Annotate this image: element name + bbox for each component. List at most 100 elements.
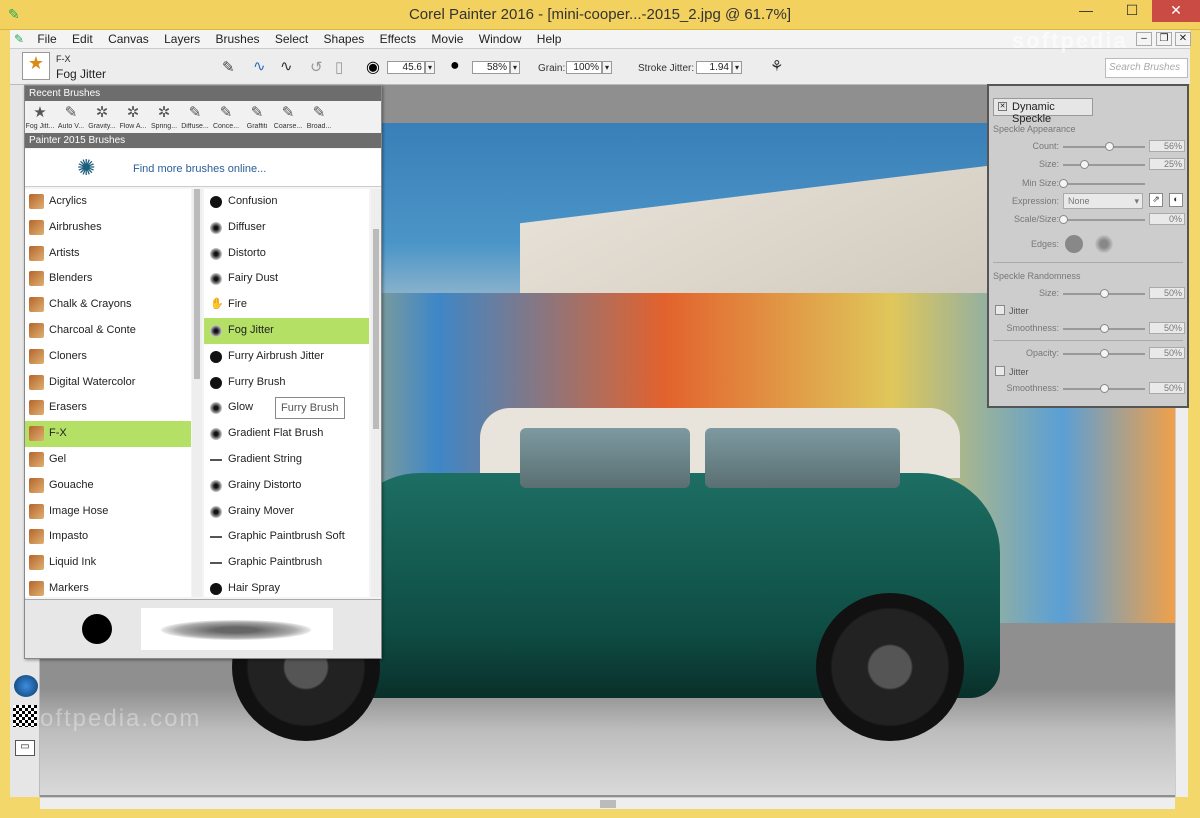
recent-brush-item[interactable]: ✲ Gravity... [87,103,117,130]
slider-knob[interactable] [1059,179,1068,188]
size-field[interactable]: 45.6 [387,61,425,74]
variant-furry-airbrush-jitter[interactable]: Furry Airbrush Jitter [204,344,369,370]
expression-dropdown[interactable]: None ▾ [1063,193,1143,209]
slider-knob[interactable] [1100,349,1109,358]
hard-edge-icon[interactable] [1065,235,1083,253]
category-erasers[interactable]: Erasers [25,395,191,421]
find-more-brushes[interactable]: ✺ Find more brushes online... [25,149,381,187]
slider-knob[interactable] [1104,142,1114,151]
variant-grainy-distorto[interactable]: Grainy Distorto [204,473,369,499]
slider-knob[interactable] [1079,160,1089,169]
brush-tool-icon[interactable]: ✎ [222,58,235,76]
recent-brush-item[interactable]: ✎ Conce... [211,103,241,130]
slider-knob[interactable] [1059,215,1068,224]
app-menu-icon[interactable]: ✎ [10,32,28,46]
recent-brush-item[interactable]: ★ Fog Jitt... [25,103,55,130]
variant-hair-spray[interactable]: Hair Spray [204,576,369,597]
category-image-hose[interactable]: Image Hose [25,499,191,525]
slider-knob[interactable] [1100,324,1109,333]
stroke-jitter-dropdown[interactable]: ▾ [732,61,742,74]
category-fx[interactable]: F-X [25,421,191,447]
menu-window[interactable]: Window [473,30,528,48]
menu-canvas[interactable]: Canvas [102,30,155,48]
variant-distorto[interactable]: Distorto [204,241,369,267]
category-gel[interactable]: Gel [25,447,191,473]
opacity-field[interactable]: 58% [472,61,510,74]
menu-brushes[interactable]: Brushes [209,30,265,48]
minimize-button[interactable]: — [1071,0,1101,22]
category-gouache[interactable]: Gouache [25,473,191,499]
doc-minimize-button[interactable]: – [1136,32,1152,46]
category-chalk-crayons[interactable]: Chalk & Crayons [25,292,191,318]
opacity-slider[interactable] [1063,349,1145,358]
stroke-straight-icon[interactable]: ∿ [280,57,293,75]
slider-knob[interactable] [1100,289,1109,298]
media-selector-icon[interactable]: ▭ [15,740,35,756]
reset-tool-icon[interactable]: ↺ [310,58,323,76]
category-scrollbar[interactable] [192,189,202,597]
min-size-slider[interactable] [1059,179,1145,188]
size-value[interactable]: 25% [1149,158,1185,170]
category-cloners[interactable]: Cloners [25,344,191,370]
opacity-dropdown[interactable]: ▾ [510,61,520,74]
scale-size-value[interactable]: 0% [1149,213,1185,225]
doc-close-button[interactable]: ✕ [1175,32,1191,46]
category-digital-watercolor[interactable]: Digital Watercolor [25,370,191,396]
count-slider[interactable] [1063,142,1145,151]
smoothness-slider[interactable] [1063,324,1145,333]
menu-layers[interactable]: Layers [158,30,206,48]
direction-icon[interactable]: ⇗ [1149,193,1163,207]
variant-gradient-string[interactable]: Gradient String [204,447,369,473]
menu-effects[interactable]: Effects [374,30,422,48]
recent-brush-item[interactable]: ✎ Diffuse... [180,103,210,130]
menu-edit[interactable]: Edit [66,30,99,48]
category-airbrushes[interactable]: Airbrushes [25,215,191,241]
variant-scrollbar[interactable] [371,189,381,597]
smoothness2-slider[interactable] [1063,384,1145,393]
grain-field[interactable]: 100% [566,61,602,74]
smoothness-value[interactable]: 50% [1149,322,1185,334]
variant-graphic-paintbrush-soft[interactable]: Graphic Paintbrush Soft [204,524,369,550]
maximize-button[interactable]: ☐ [1117,0,1147,22]
category-acrylics[interactable]: Acrylics [25,189,191,215]
search-brushes-input[interactable]: Search Brushes [1105,58,1188,78]
jitter2-checkbox[interactable] [995,366,1005,376]
dab-preview-icon[interactable]: ⚘ [770,57,783,75]
category-artists[interactable]: Artists [25,241,191,267]
recent-brush-item[interactable]: ✎ Auto V... [56,103,86,130]
recent-brush-item[interactable]: ✎ Broad... [304,103,334,130]
recent-brush-item[interactable]: ✲ Flow A... [118,103,148,130]
menu-shapes[interactable]: Shapes [318,30,371,48]
size-dropdown[interactable]: ▾ [425,61,435,74]
smoothness2-value[interactable]: 50% [1149,382,1185,394]
menu-file[interactable]: File [31,30,62,48]
variant-grainy-mover[interactable]: Grainy Mover [204,499,369,525]
category-charcoal-conte[interactable]: Charcoal & Conte [25,318,191,344]
variant-fire[interactable]: ✋ Fire [204,292,369,318]
recent-brush-item[interactable]: ✎ Graffiti [242,103,272,130]
variant-fairy-dust[interactable]: Fairy Dust [204,266,369,292]
category-blenders[interactable]: Blenders [25,266,191,292]
variant-fog-jitter[interactable]: Fog Jitter [204,317,369,344]
size-slider[interactable] [1063,160,1145,169]
slider-knob[interactable] [1100,384,1109,393]
paper-icon[interactable] [13,705,37,727]
scale-size-slider[interactable] [1059,215,1145,224]
menu-movie[interactable]: Movie [425,30,469,48]
horizontal-scrollbar[interactable] [40,797,1175,809]
stroke-jitter-field[interactable]: 1.94 [696,61,732,74]
grain-dropdown[interactable]: ▾ [602,61,612,74]
variant-gradient-flat-brush[interactable]: Gradient Flat Brush [204,421,369,447]
dynamic-speckle-tab[interactable]: ✕ Dynamic Speckle [993,98,1093,125]
variant-graphic-paintbrush[interactable]: Graphic Paintbrush [204,550,369,576]
stroke-attributes-icon[interactable]: ▯ [335,58,343,76]
stroke-freehand-icon[interactable]: ∿ [253,57,266,75]
soft-edge-icon[interactable] [1095,235,1113,253]
category-markers[interactable]: Markers [25,576,191,597]
category-impasto[interactable]: Impasto [25,524,191,550]
random-size-value[interactable]: 50% [1149,287,1185,299]
menu-select[interactable]: Select [269,30,314,48]
close-panel-icon[interactable]: ✕ [998,102,1007,111]
brush-selector[interactable]: ★ F-X Fog Jitter [20,51,210,83]
color-picker-icon[interactable] [14,675,38,697]
